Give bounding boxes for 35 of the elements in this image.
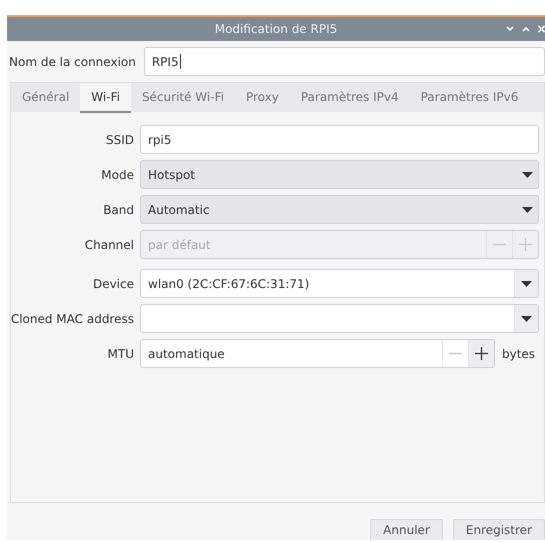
close-icon[interactable]: [538, 25, 545, 33]
field-label: Band: [102, 202, 135, 219]
window-title: Modification de RPI5: [214, 20, 338, 38]
minimize-icon[interactable]: [506, 26, 514, 32]
increment-button[interactable]: [468, 340, 494, 368]
caret-icon: [521, 280, 532, 287]
plus-icon: [475, 347, 488, 360]
dialog-button[interactable]: Annuler: [370, 519, 443, 540]
connection-name-label: Nom de la connexion: [9, 54, 136, 71]
dialog-button[interactable]: Enregistrer: [452, 519, 545, 540]
maximize-icon[interactable]: [522, 26, 530, 32]
field-label: Channel: [84, 236, 135, 254]
caret-icon: [522, 206, 532, 213]
field-label: SSID: [104, 132, 135, 149]
field-label: MTU: [106, 346, 135, 363]
tab[interactable]: Sécurité Wi-Fi: [130, 83, 235, 114]
tab[interactable]: Général: [11, 83, 80, 114]
field-label: Cloned MAC address: [10, 310, 135, 328]
tab[interactable]: Paramètres IPv6: [410, 83, 530, 114]
caret-icon: [521, 316, 532, 322]
connection-name-field[interactable]: RPI5: [144, 47, 545, 76]
field-label: Mode: [100, 166, 135, 184]
tab[interactable]: Wi-Fi: [80, 83, 131, 114]
combo-field[interactable]: [140, 304, 539, 334]
plus-icon: [519, 238, 532, 252]
unit-label: bytes: [501, 346, 536, 363]
field-label: Device: [92, 276, 135, 293]
caret-icon: [522, 172, 532, 178]
spin-field[interactable]: automatique: [140, 339, 495, 368]
dropdown[interactable]: Automatic: [140, 195, 539, 224]
text-field[interactable]: rpi5: [140, 125, 539, 154]
dropdown[interactable]: Hotspot: [140, 160, 539, 190]
tab[interactable]: Proxy: [234, 83, 290, 114]
combo-field[interactable]: wlan0 (2C:CF:67:6C:31:71): [140, 269, 539, 298]
tab[interactable]: Paramètres IPv4: [290, 83, 410, 114]
